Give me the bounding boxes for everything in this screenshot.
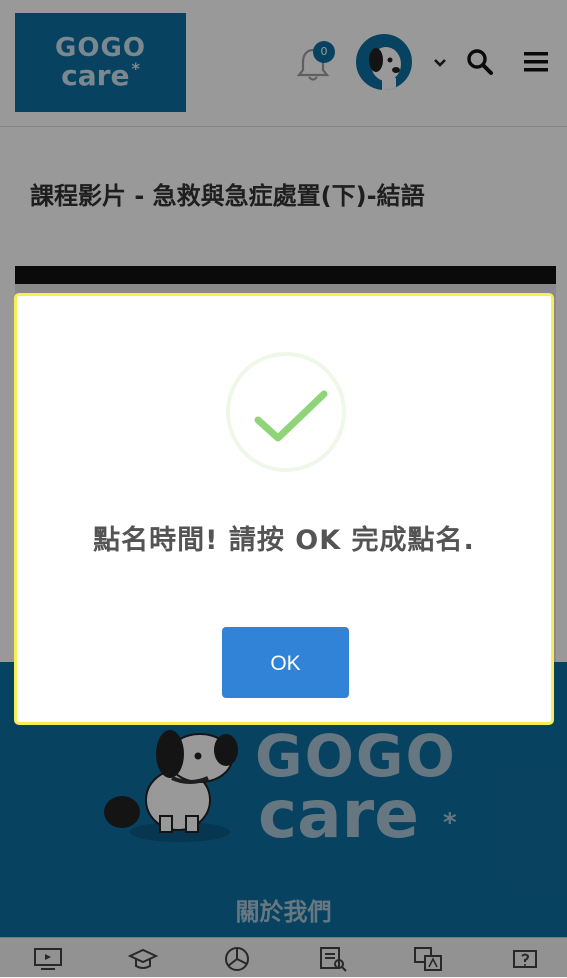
modal-message: 點名時間! 請按 OK 完成點名. — [93, 525, 475, 556]
attendance-modal: 點名時間! 請按 OK 完成點名. OK — [14, 293, 554, 725]
ok-button[interactable]: OK — [222, 627, 349, 698]
success-check-icon — [254, 390, 328, 442]
